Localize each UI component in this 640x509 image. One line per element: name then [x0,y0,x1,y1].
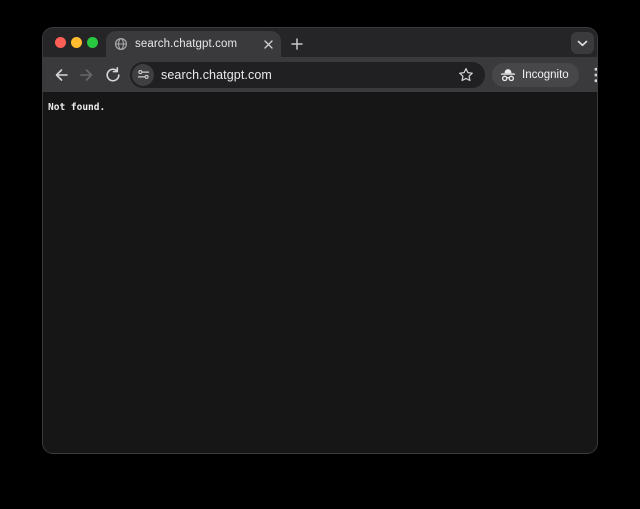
address-bar[interactable]: search.chatgpt.com [130,61,485,88]
bookmark-button[interactable] [458,67,474,83]
site-settings-button[interactable] [132,63,154,86]
window-controls [55,37,98,48]
tab-search-chatgpt[interactable]: search.chatgpt.com [106,31,281,57]
tab-close-button[interactable] [259,35,277,53]
new-tab-button[interactable] [284,31,309,56]
site-info-icon [137,68,150,81]
page-body-text: Not found. [48,102,106,113]
kebab-menu-icon [594,67,597,83]
tab-list-button[interactable] [571,32,594,54]
window-zoom-button[interactable] [87,37,98,48]
reload-button[interactable] [100,62,126,88]
back-icon [53,67,69,83]
back-button[interactable] [48,62,74,88]
desktop-background: search.chatgpt.com search.chatgpt.com In… [0,0,640,509]
star-icon [458,67,474,83]
incognito-icon [500,68,516,82]
forward-button[interactable] [74,62,100,88]
incognito-label: Incognito [522,68,569,81]
globe-icon [114,37,128,51]
browser-toolbar: search.chatgpt.com Incognito [43,57,597,92]
close-icon [263,39,273,49]
tab-title: search.chatgpt.com [135,38,238,50]
reload-icon [105,66,121,83]
incognito-badge[interactable]: Incognito [492,62,579,87]
plus-icon [290,37,303,50]
window-close-button[interactable] [55,37,66,48]
page-viewport: Not found. [43,92,597,453]
tab-strip: search.chatgpt.com [43,28,597,57]
forward-icon [79,67,95,83]
browser-menu-button[interactable] [584,62,597,88]
chevron-down-icon [577,40,588,47]
url-text[interactable]: search.chatgpt.com [161,68,458,82]
window-minimize-button[interactable] [71,37,82,48]
browser-window: search.chatgpt.com search.chatgpt.com In… [43,28,597,453]
